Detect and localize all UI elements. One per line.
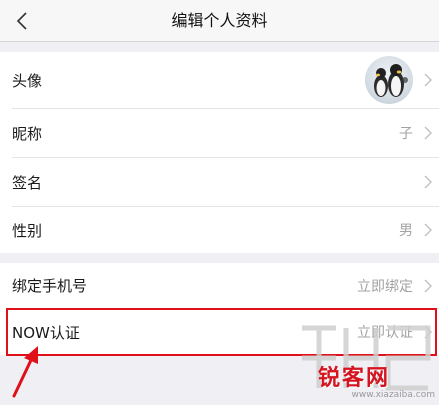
row-signature[interactable]: 签名	[0, 158, 439, 206]
chevron-right-icon	[424, 278, 433, 293]
penguin-avatar-image	[374, 64, 408, 97]
avatar	[365, 56, 413, 104]
watermark-brand: 锐客网	[318, 366, 391, 391]
row-label: 签名	[12, 173, 43, 192]
row-label: NOW认证	[12, 323, 80, 342]
chevron-right-icon	[424, 126, 433, 140]
row-label: 头像	[12, 71, 43, 90]
edit-profile-screen: 编辑个人资料 头像 昵称 子 签名 性别 男 绑定手机号 立即绑定 NOW认证 …	[0, 0, 439, 405]
row-value: 男	[399, 223, 413, 239]
row-value: 立即认证	[357, 325, 413, 341]
nav-bar: 编辑个人资料	[0, 0, 439, 42]
chevron-right-icon	[424, 223, 433, 237]
row-nickname[interactable]: 昵称 子	[0, 109, 439, 157]
profile-group: 头像 昵称 子 签名 性别 男	[0, 52, 439, 253]
row-now-verify[interactable]: NOW认证 立即认证	[0, 309, 439, 355]
row-label: 绑定手机号	[12, 277, 88, 295]
row-gender[interactable]: 性别 男	[0, 207, 439, 253]
row-value: 子	[399, 126, 413, 142]
account-group: 绑定手机号 立即绑定 NOW认证 立即认证	[0, 263, 439, 355]
row-label: 性别	[12, 221, 43, 240]
chevron-right-icon	[424, 175, 433, 189]
chevron-right-icon	[424, 325, 433, 339]
chevron-right-icon	[424, 73, 433, 87]
row-avatar[interactable]: 头像	[0, 52, 439, 108]
page-title: 编辑个人资料	[171, 11, 268, 30]
row-value: 立即绑定	[357, 278, 413, 295]
watermark-url: www.xiazaiba.com	[351, 390, 435, 400]
row-label: 昵称	[12, 124, 43, 143]
row-bind-phone[interactable]: 绑定手机号 立即绑定	[0, 263, 439, 308]
